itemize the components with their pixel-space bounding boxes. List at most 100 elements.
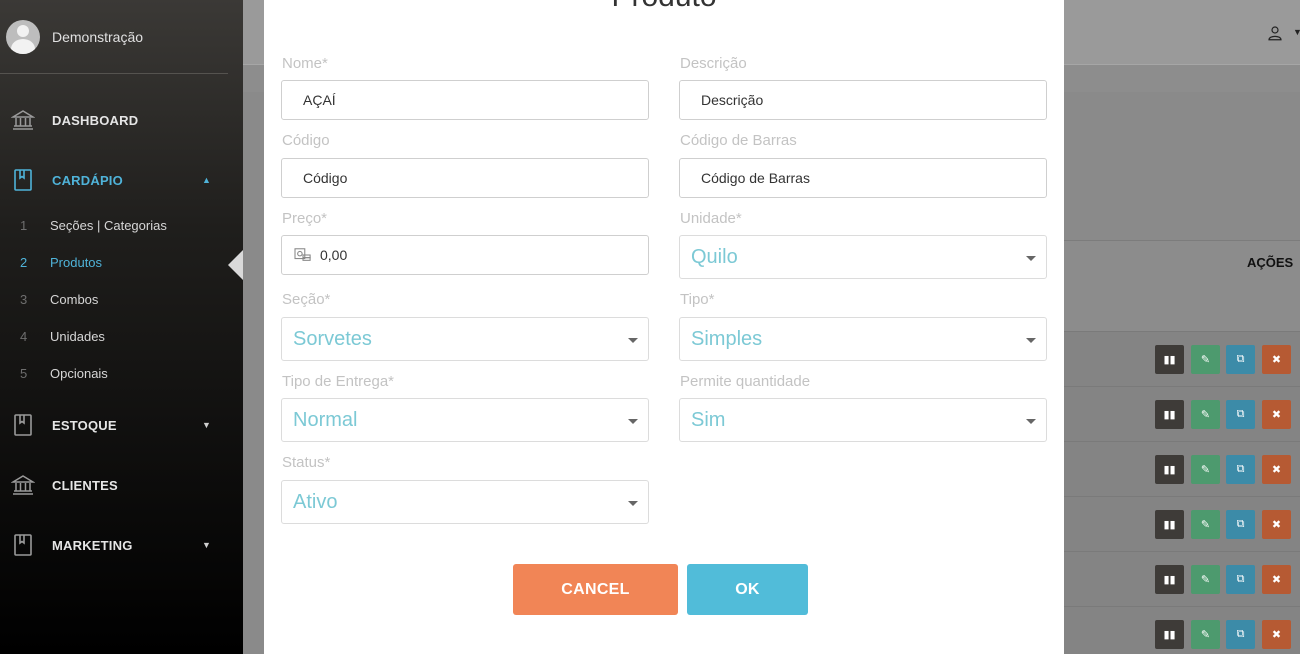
- sidebar-subitem-combos[interactable]: 3 Combos: [0, 292, 243, 312]
- edit-icon[interactable]: ✎: [1191, 565, 1220, 594]
- pause-icon[interactable]: ▮▮: [1155, 345, 1184, 374]
- column-header-actions: AÇÕES: [1247, 255, 1294, 270]
- table-row: ▮▮ ✎ ⧉ ✖: [1064, 331, 1300, 386]
- sidebar-item-marketing[interactable]: MARKETING ▼: [0, 530, 243, 560]
- edit-icon[interactable]: ✎: [1191, 510, 1220, 539]
- sidebar-item-cardapio[interactable]: CARDÁPIO ▲: [0, 165, 243, 195]
- pause-icon[interactable]: ▮▮: [1155, 400, 1184, 429]
- codigo-label: Código: [282, 132, 330, 149]
- tipo-select[interactable]: Simples: [679, 317, 1047, 361]
- user-profile[interactable]: Demonstração: [6, 20, 143, 54]
- copy-icon[interactable]: ⧉: [1226, 345, 1255, 374]
- bank-icon: [11, 110, 35, 130]
- secao-select[interactable]: Sorvetes: [281, 317, 649, 361]
- chevron-down-icon: ▼: [202, 540, 211, 550]
- descricao-input[interactable]: Descrição: [679, 80, 1047, 120]
- subitem-number: 5: [20, 366, 28, 381]
- delete-icon[interactable]: ✖: [1262, 400, 1291, 429]
- edit-icon[interactable]: ✎: [1191, 455, 1220, 484]
- subitem-number: 4: [20, 329, 28, 344]
- permite-quantidade-select[interactable]: Sim: [679, 398, 1047, 442]
- table-row: ▮▮ ✎ ⧉ ✖: [1064, 441, 1300, 496]
- edit-icon[interactable]: ✎: [1191, 345, 1220, 374]
- codigo-barras-label: Código de Barras: [680, 132, 797, 149]
- pause-icon[interactable]: ▮▮: [1155, 565, 1184, 594]
- delete-icon[interactable]: ✖: [1262, 455, 1291, 484]
- unidade-selected: Quilo: [691, 245, 738, 268]
- secao-selected: Sorvetes: [293, 327, 372, 350]
- codigo-barras-input[interactable]: Código de Barras: [679, 158, 1047, 198]
- permite-quantidade-label: Permite quantidade: [680, 373, 811, 390]
- permite-quantidade-selected: Sim: [691, 408, 726, 431]
- edit-icon[interactable]: ✎: [1191, 400, 1220, 429]
- sidebar-subitem-opcionais[interactable]: 5 Opcionais: [0, 366, 243, 386]
- sidebar-item-label: CARDÁPIO: [52, 172, 123, 188]
- status-label: Status*: [282, 454, 331, 471]
- unidade-select[interactable]: Quilo: [679, 235, 1047, 279]
- sidebar-subitem-unidades[interactable]: 4 Unidades: [0, 329, 243, 349]
- subitem-label: Seções | Categorias: [50, 218, 167, 233]
- table-row: ▮▮ ✎ ⧉ ✖: [1064, 551, 1300, 606]
- nome-label: Nome*: [282, 55, 328, 72]
- tipo-entrega-label: Tipo de Entrega*: [282, 373, 395, 390]
- subitem-label: Combos: [50, 292, 99, 307]
- sidebar-item-clientes[interactable]: CLIENTES: [0, 470, 243, 500]
- book-icon: [14, 169, 32, 191]
- pause-icon[interactable]: ▮▮: [1155, 455, 1184, 484]
- chevron-down-icon: ▼: [202, 420, 211, 430]
- table-row: ▮▮ ✎ ⧉ ✖: [1064, 386, 1300, 441]
- delete-icon[interactable]: ✖: [1262, 565, 1291, 594]
- secao-label: Seção*: [282, 291, 331, 308]
- subitem-label: Opcionais: [50, 366, 108, 381]
- delete-icon[interactable]: ✖: [1262, 620, 1291, 649]
- user-icon[interactable]: [1266, 24, 1284, 42]
- dropdown-arrow-icon: [628, 501, 638, 506]
- nome-input[interactable]: AÇAÍ: [281, 80, 649, 120]
- sidebar-item-label: ESTOQUE: [52, 417, 117, 433]
- table-row: ▮▮ ✎ ⧉ ✖: [1064, 606, 1300, 654]
- pause-icon[interactable]: ▮▮: [1155, 510, 1184, 539]
- delete-icon[interactable]: ✖: [1262, 510, 1291, 539]
- bank-icon: [11, 475, 35, 495]
- ok-button[interactable]: OK: [687, 564, 808, 615]
- dropdown-arrow-icon: [628, 338, 638, 343]
- modal-title: Produto: [264, 0, 1064, 14]
- book-icon: [14, 534, 32, 556]
- sidebar: Demonstração DASHBOARD CARDÁPIO ▲ 1 Seçõ…: [0, 0, 243, 654]
- copy-icon[interactable]: ⧉: [1226, 565, 1255, 594]
- copy-icon[interactable]: ⧉: [1226, 400, 1255, 429]
- dropdown-arrow-icon: [628, 419, 638, 424]
- sidebar-subitem-secoes[interactable]: 1 Seções | Categorias: [0, 218, 243, 238]
- sidebar-item-dashboard[interactable]: DASHBOARD: [0, 105, 243, 135]
- book-icon: [14, 414, 32, 436]
- subitem-label: Unidades: [50, 329, 105, 344]
- user-name: Demonstração: [52, 29, 144, 45]
- edit-icon[interactable]: ✎: [1191, 620, 1220, 649]
- preco-value: 0,00: [320, 247, 348, 263]
- chevron-up-icon: ▲: [202, 175, 211, 185]
- codigo-input[interactable]: Código: [281, 158, 649, 198]
- preco-label: Preço*: [282, 210, 328, 227]
- status-select[interactable]: Ativo: [281, 480, 649, 524]
- copy-icon[interactable]: ⧉: [1226, 620, 1255, 649]
- sidebar-item-estoque[interactable]: ESTOQUE ▼: [0, 410, 243, 440]
- tipo-selected: Simples: [691, 327, 763, 350]
- money-icon: [294, 248, 311, 261]
- preco-input[interactable]: 0,00: [281, 235, 649, 275]
- pause-icon[interactable]: ▮▮: [1155, 620, 1184, 649]
- copy-icon[interactable]: ⧉: [1226, 510, 1255, 539]
- cancel-button[interactable]: CANCEL: [513, 564, 678, 615]
- product-modal: Produto Nome* AÇAÍ Descrição Descrição C…: [264, 0, 1064, 654]
- unidade-label: Unidade*: [680, 210, 742, 227]
- delete-icon[interactable]: ✖: [1262, 345, 1291, 374]
- table-row: ▮▮ ✎ ⧉ ✖: [1064, 496, 1300, 551]
- copy-icon[interactable]: ⧉: [1226, 455, 1255, 484]
- avatar: [6, 20, 40, 54]
- subitem-number: 2: [20, 255, 28, 270]
- tipo-entrega-selected: Normal: [293, 408, 358, 431]
- chevron-down-icon[interactable]: ▼: [1293, 27, 1300, 37]
- dropdown-arrow-icon: [1026, 338, 1036, 343]
- tipo-entrega-select[interactable]: Normal: [281, 398, 649, 442]
- sidebar-subitem-produtos[interactable]: 2 Produtos: [0, 255, 243, 275]
- sidebar-item-label: MARKETING: [52, 537, 133, 553]
